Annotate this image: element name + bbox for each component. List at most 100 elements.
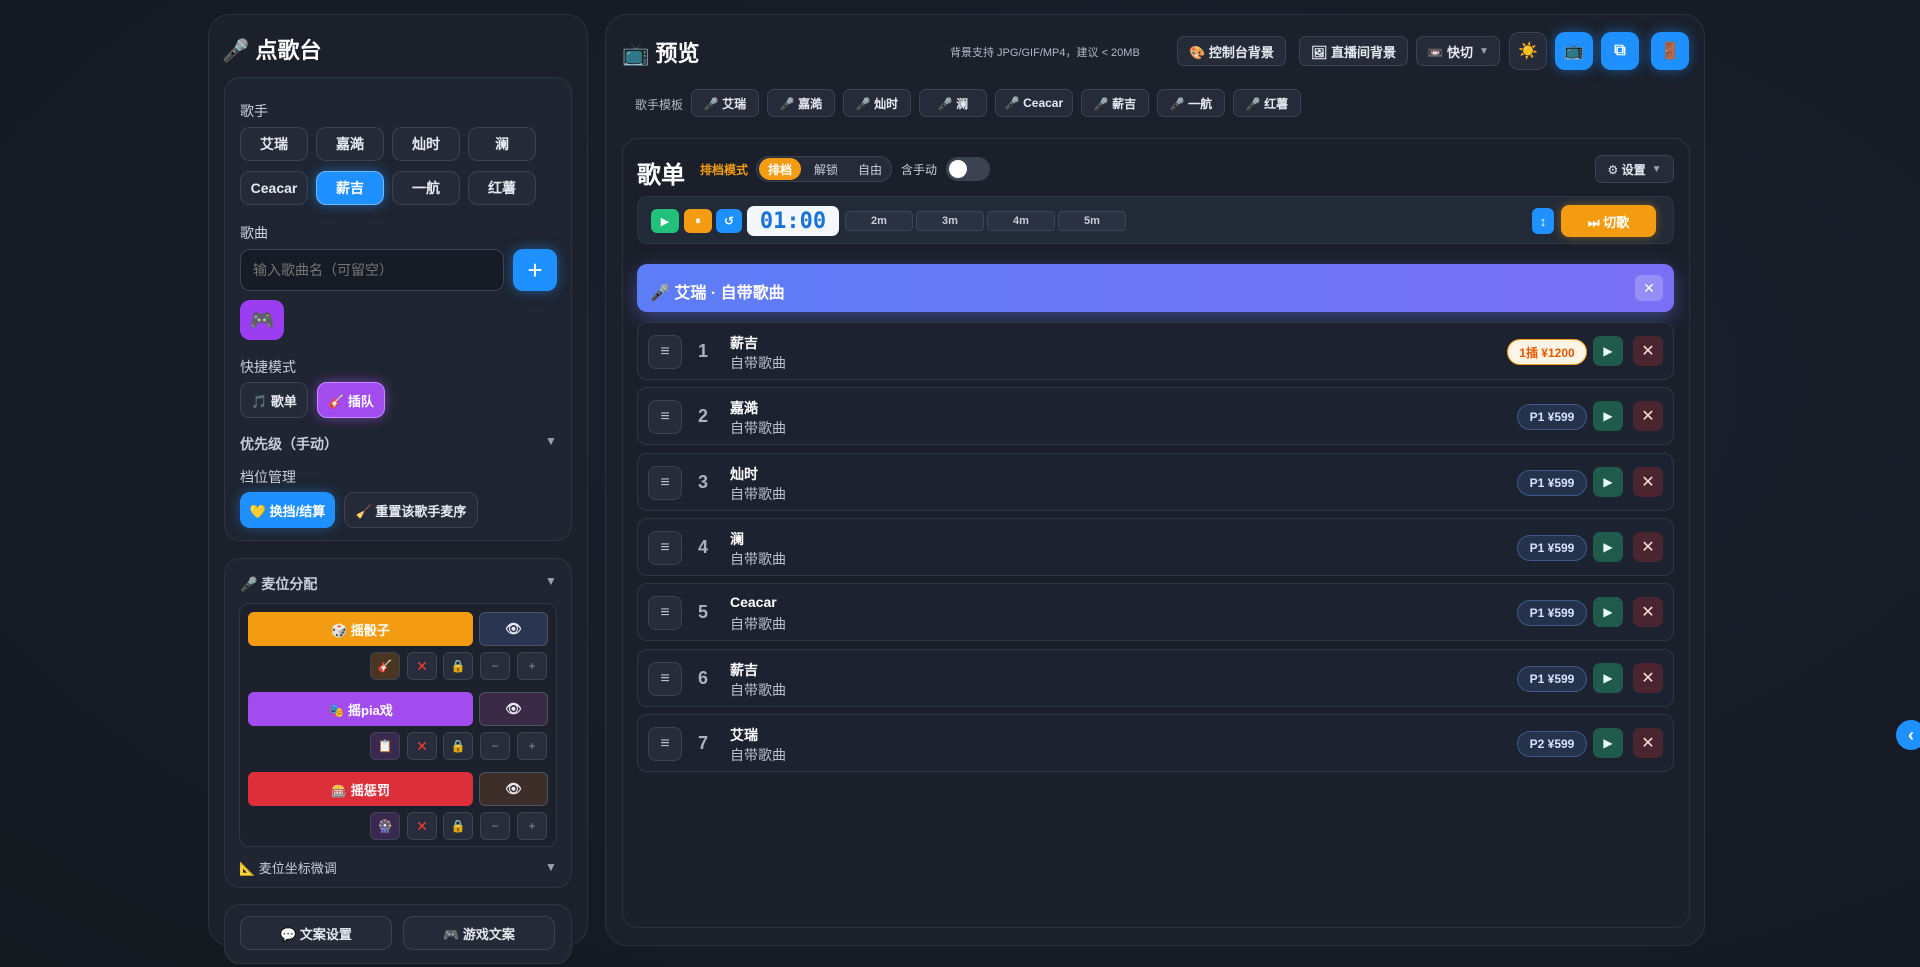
singer-chip[interactable]: 红薯 — [468, 171, 536, 205]
template-chip[interactable]: 🎤 灿时 — [843, 89, 911, 117]
mic-item-icon[interactable]: 🎡 — [370, 812, 400, 840]
mic-roll-button[interactable]: 🎰 摇惩罚 — [248, 772, 473, 806]
live-bg-button[interactable]: 🖼 直播间背景 — [1299, 36, 1408, 66]
plus-icon[interactable]: + — [517, 652, 547, 680]
mode-unlock-tab[interactable]: 解锁 — [805, 158, 847, 180]
mic-roll-button[interactable]: 🎭 摇pia戏 — [248, 692, 473, 726]
sort-button[interactable]: ↕ — [1532, 208, 1554, 234]
song-input[interactable] — [240, 249, 504, 291]
template-chip[interactable]: 🎤 一航 — [1157, 89, 1225, 117]
play-button[interactable]: ▶ — [1593, 336, 1623, 366]
singer-chip[interactable]: 灿时 — [392, 127, 460, 161]
duration-button[interactable]: 2m — [845, 211, 913, 231]
delete-button[interactable]: ✕ — [1633, 401, 1663, 432]
song-row[interactable]: ≡ 4 澜自带歌曲 P1 ¥599 ▶ ✕ — [637, 517, 1674, 576]
game-copy-button[interactable]: 🎮 游戏文案 — [403, 916, 555, 950]
duration-button[interactable]: 4m — [987, 211, 1055, 231]
lock-icon[interactable]: 🔒 — [443, 812, 473, 840]
delete-button[interactable]: ✕ — [1633, 531, 1663, 562]
template-chip[interactable]: 🎤 薪吉 — [1081, 89, 1149, 117]
tv-button[interactable]: 📺 — [1555, 32, 1593, 70]
song-row[interactable]: ≡ 3 灿时 自带歌曲 P1 ¥599 ▶ ✕ — [637, 452, 1674, 511]
settings-dropdown[interactable]: ⚙ 设置 ▼ — [1595, 155, 1674, 183]
remove-icon[interactable]: ✕ — [407, 732, 437, 760]
song-row[interactable]: ≡ 2 嘉澔 自带歌曲 P1 ¥599 ▶ ✕ — [637, 387, 1674, 446]
popout-button[interactable]: ⧉ — [1601, 32, 1639, 70]
play-button[interactable]: ▶ — [1593, 597, 1623, 628]
eye-icon[interactable]: 👁 — [479, 772, 548, 806]
priority-label[interactable]: 优先级（手动） — [240, 434, 338, 454]
mic-item-icon[interactable]: 🎸 — [370, 652, 400, 680]
console-bg-button[interactable]: 🎨 控制台背景 — [1177, 36, 1286, 66]
delete-button[interactable]: ✕ — [1633, 662, 1663, 693]
eye-icon[interactable]: 👁 — [479, 692, 548, 726]
mode-rank-tab[interactable]: 排档 — [759, 158, 801, 180]
singer-chip[interactable]: 一航 — [392, 171, 460, 205]
minus-icon[interactable]: − — [480, 652, 510, 680]
mode-free-tab[interactable]: 自由 — [849, 158, 891, 180]
delete-button[interactable]: ✕ — [1633, 727, 1663, 758]
duration-button[interactable]: 3m — [916, 211, 984, 231]
play-button[interactable]: ▶ — [1593, 662, 1623, 693]
drag-handle-icon[interactable]: ≡ — [648, 400, 682, 435]
template-chip[interactable]: 🎤 Ceacar — [995, 89, 1073, 117]
timer-play-button[interactable]: ▶ — [651, 209, 679, 233]
hand-toggle[interactable] — [946, 157, 990, 181]
template-chip[interactable]: 🎤 红薯 — [1233, 89, 1301, 117]
drag-handle-icon[interactable]: ≡ — [648, 465, 682, 500]
quick-switch-select[interactable]: 📼 快切 ▼ — [1416, 36, 1500, 66]
minus-icon[interactable]: − — [480, 812, 510, 840]
settle-button[interactable]: 💛 换挡/结算 — [240, 492, 335, 528]
play-button[interactable]: ▶ — [1593, 531, 1623, 562]
game-button[interactable]: 🎮 — [240, 300, 284, 340]
play-button[interactable]: ▶ — [1593, 466, 1623, 497]
plus-icon[interactable]: + — [517, 812, 547, 840]
song-row[interactable]: ≡ 1 薪吉 自带歌曲 1插 ¥1200 ▶ ✕ — [637, 322, 1674, 380]
chevron-down-icon[interactable]: ▼ — [545, 434, 557, 448]
delete-button[interactable]: ✕ — [1633, 336, 1663, 366]
lock-icon[interactable]: 🔒 — [443, 652, 473, 680]
delete-button[interactable]: ✕ — [1633, 466, 1663, 497]
drag-handle-icon[interactable]: ≡ — [648, 530, 682, 565]
copy-settings-button[interactable]: 💬 文案设置 — [240, 916, 392, 950]
song-row[interactable]: ≡ 7 艾瑞 自带歌曲 P2 ¥599 ▶ ✕ — [637, 713, 1674, 772]
singer-chip[interactable]: 薪吉 — [316, 171, 384, 205]
mic-roll-button[interactable]: 🎲 摇骰子 — [248, 612, 473, 646]
song-row[interactable]: ≡ 6 薪吉 自带歌曲 P1 ¥599 ▶ ✕ — [637, 648, 1674, 707]
side-toggle-button[interactable]: ‹ — [1896, 720, 1920, 750]
template-chip[interactable]: 🎤 澜 — [919, 89, 987, 117]
add-song-button[interactable]: + — [513, 249, 557, 291]
mode-playlist-button[interactable]: 🎵 歌单 — [240, 382, 308, 418]
play-button[interactable]: ▶ — [1593, 401, 1623, 432]
chevron-down-icon[interactable]: ▼ — [545, 860, 557, 874]
timer-reset-button[interactable]: ↺ — [716, 209, 742, 233]
remove-icon[interactable]: ✕ — [407, 652, 437, 680]
duration-button[interactable]: 5m — [1058, 211, 1126, 231]
singer-chip[interactable]: Ceacar — [240, 171, 308, 205]
singer-chip[interactable]: 澜 — [468, 127, 536, 161]
chevron-down-icon[interactable]: ▼ — [545, 574, 557, 588]
singer-chip[interactable]: 艾瑞 — [240, 127, 308, 161]
template-chip[interactable]: 🎤 艾瑞 — [691, 89, 759, 117]
theme-toggle-button[interactable]: ☀️ — [1509, 32, 1547, 70]
mic-title[interactable]: 🎤 麦位分配 — [240, 574, 317, 594]
coord-label[interactable]: 📐 麦位坐标微调 — [239, 858, 337, 877]
plus-icon[interactable]: + — [517, 732, 547, 760]
reset-order-button[interactable]: 🧹 重置该歌手麦序 — [344, 492, 478, 528]
mode-jump-queue-button[interactable]: 🎸 插队 — [317, 382, 385, 418]
drag-handle-icon[interactable]: ≡ — [648, 596, 682, 631]
delete-button[interactable]: ✕ — [1633, 597, 1663, 628]
timer-pause-button[interactable]: ⏸ — [684, 209, 712, 233]
minus-icon[interactable]: − — [480, 732, 510, 760]
remove-icon[interactable]: ✕ — [407, 812, 437, 840]
drag-handle-icon[interactable]: ≡ — [648, 335, 682, 369]
singer-chip[interactable]: 嘉澔 — [316, 127, 384, 161]
lock-icon[interactable]: 🔒 — [443, 732, 473, 760]
mic-item-icon[interactable]: 📋 — [370, 732, 400, 760]
drag-handle-icon[interactable]: ≡ — [648, 661, 682, 696]
cut-song-button[interactable]: ⏭ 切歌 — [1561, 205, 1656, 237]
drag-handle-icon[interactable]: ≡ — [648, 726, 682, 761]
banner-close-button[interactable]: ✕ — [1635, 275, 1663, 301]
template-chip[interactable]: 🎤 嘉澔 — [767, 89, 835, 117]
song-row[interactable]: ≡ 5 Ceacar 自带歌曲 P1 ¥599 ▶ ✕ — [637, 583, 1674, 642]
